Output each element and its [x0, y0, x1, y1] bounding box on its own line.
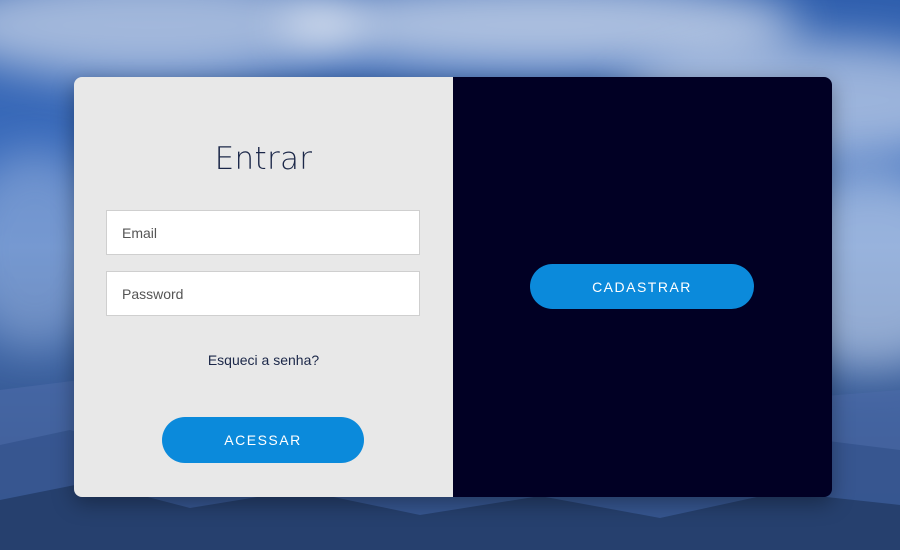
login-card: Entrar Esqueci a senha? ACESSAR CADASTRA… [74, 77, 832, 497]
acessar-button[interactable]: ACESSAR [162, 417, 364, 463]
login-title: Entrar [214, 141, 313, 177]
cadastrar-button[interactable]: CADASTRAR [530, 264, 754, 309]
password-input[interactable] [106, 271, 420, 316]
signup-panel: CADASTRAR [453, 77, 832, 497]
login-panel: Entrar Esqueci a senha? ACESSAR [74, 77, 453, 497]
forgot-password-link[interactable]: Esqueci a senha? [74, 352, 453, 368]
email-input[interactable] [106, 210, 420, 255]
